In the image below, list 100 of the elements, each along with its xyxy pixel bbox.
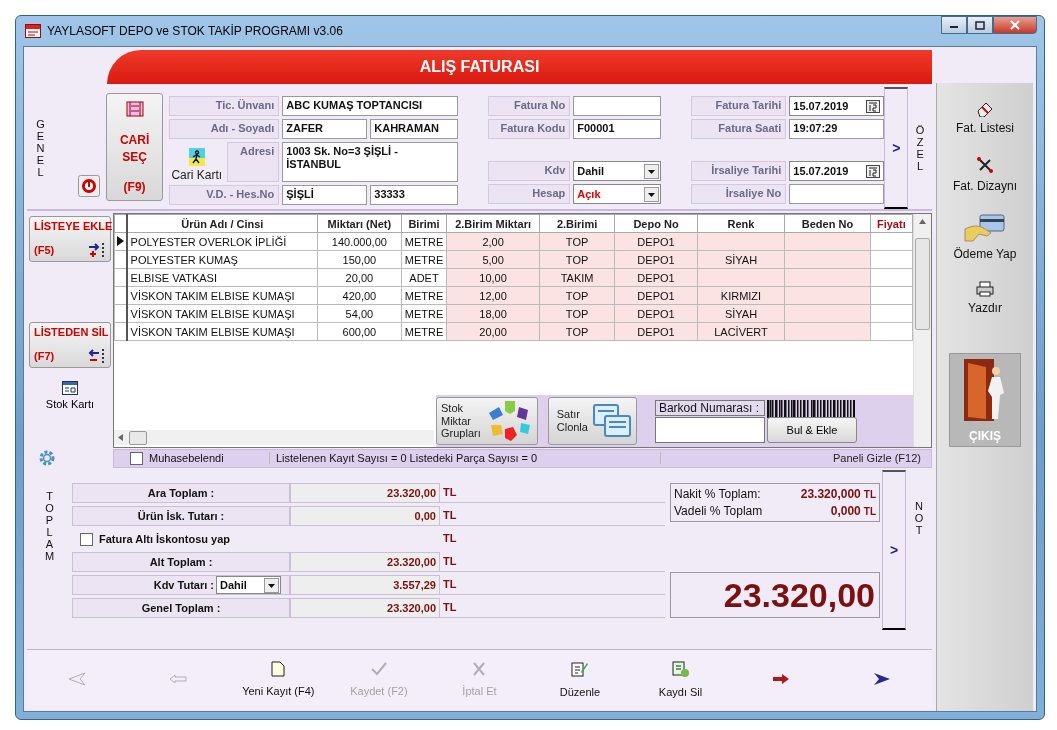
text-field[interactable]: 19:07:29 <box>789 119 885 139</box>
text-field[interactable]: ZAFER <box>282 119 368 139</box>
eraser-icon <box>976 101 994 117</box>
checkbox[interactable] <box>80 532 93 546</box>
minimize-button[interactable] <box>941 16 967 34</box>
account-card-link[interactable]: Cari Kartı <box>171 168 223 182</box>
field-label: Fatura Saati <box>691 119 787 139</box>
date-field[interactable]: 15.07.2019 <box>789 161 885 181</box>
expand-button[interactable]: > <box>882 470 906 630</box>
column-header[interactable]: 2.Birim Miktarı <box>446 214 540 233</box>
field-label: Kdv <box>488 161 571 181</box>
document-icon <box>271 661 286 677</box>
dropdown[interactable]: Dahil <box>216 576 281 594</box>
sidebar-button[interactable]: Fat. Dizaynı <box>953 155 1017 193</box>
calendar-icon[interactable] <box>866 164 881 178</box>
column-header[interactable]: Miktarı (Net) <box>317 214 402 233</box>
film-icon <box>125 100 144 118</box>
scroll-up-icon[interactable] <box>919 219 926 224</box>
text-field[interactable]: KAHRAMAN <box>370 119 459 139</box>
scroll-thumb[interactable] <box>915 238 930 330</box>
table-cell: VİSKON TAKIM ELBISE KUMAŞI <box>126 322 318 341</box>
column-header[interactable]: Renk <box>697 214 785 233</box>
field-label: Adı - Soyadı <box>169 119 280 139</box>
section-label: ÖZEL <box>914 123 926 173</box>
column-header[interactable]: Fiyatı <box>870 214 913 233</box>
dropdown[interactable]: Dahil <box>573 161 662 181</box>
horizontal-scrollbar[interactable] <box>114 430 434 445</box>
text-field[interactable]: F00001 <box>573 119 662 139</box>
barcode-label: Barkod Numarası : <box>654 399 765 416</box>
total-value: 23.320,00 <box>290 483 440 503</box>
vertical-scrollbar[interactable] <box>913 214 931 447</box>
app-icon <box>25 24 41 38</box>
table-cell: METRE <box>401 232 447 251</box>
total-label: Alt Toplam : <box>72 552 290 572</box>
caret-icon <box>644 163 660 179</box>
column-header[interactable]: Birimi <box>401 214 447 233</box>
settings-icon[interactable] <box>37 448 57 468</box>
table-cell: POLYESTER OVERLOK İPLİĞİ <box>126 232 318 251</box>
text-field[interactable]: ŞİŞLİ <box>282 185 368 205</box>
currency: TL <box>440 575 665 595</box>
caret-icon <box>644 186 660 202</box>
calendar-icon[interactable] <box>866 99 881 113</box>
total-label: Kdv Tutarı : <box>153 579 214 591</box>
section-label: TOPLAM <box>44 490 55 565</box>
left-arrow-icon <box>167 673 188 685</box>
find-add-button[interactable]: Bul & Ekle <box>766 416 857 443</box>
column-header[interactable]: 2.Birimi <box>539 214 615 233</box>
cross-icon <box>471 661 488 677</box>
currency: TL <box>440 552 665 572</box>
clone-row-button[interactable]: Satır Clonla <box>547 397 637 445</box>
text-field[interactable] <box>789 184 885 204</box>
scroll-thumb[interactable] <box>129 430 147 445</box>
table-cell: 150,00 <box>317 250 402 269</box>
text-field[interactable]: ABC KUMAŞ TOPTANCISI <box>282 96 459 116</box>
toolbar-button[interactable]: Düzenle <box>535 655 625 703</box>
table-cell: 140.000,00 <box>317 232 402 251</box>
checkbox-label: Muhasebelendi <box>149 452 224 464</box>
table-cell: 600,00 <box>317 322 402 341</box>
add-to-list-button[interactable]: LİSTEYE EKLE (F5) <box>29 216 111 262</box>
sidebar-button[interactable]: Yazdır <box>968 281 1002 315</box>
hand-card-icon <box>964 213 1006 243</box>
walking-person-icon <box>188 148 205 166</box>
sidebar-button[interactable]: Ödeme Yap <box>953 213 1017 261</box>
first-arrow-icon <box>67 671 88 687</box>
copy-icon <box>591 403 632 439</box>
barcode-field[interactable] <box>654 416 765 443</box>
stock-groups-button[interactable]: Stok Miktar Grupları <box>436 397 538 445</box>
date-field[interactable]: 15.07.2019 <box>789 96 885 116</box>
column-header[interactable]: Beden No <box>784 214 871 233</box>
add-row-icon <box>88 242 106 258</box>
table-cell: METRE <box>401 304 447 323</box>
total-label: Ara Toplam : <box>72 483 290 503</box>
expand-button[interactable]: > <box>884 87 909 209</box>
field-label: Fatura Kodu <box>488 119 571 139</box>
stock-card-button[interactable]: Stok Kartı <box>39 380 101 411</box>
remove-row-icon <box>88 348 106 364</box>
record-counts: Listelenen Kayıt Sayısı = 0 Listedeki Parça Sayısı = 0 <box>269 452 660 464</box>
text-field[interactable]: 33333 <box>370 185 459 205</box>
table-cell: ELBISE VATKASI <box>126 268 318 287</box>
currency: TL <box>442 531 458 546</box>
checkbox[interactable] <box>130 451 143 465</box>
delete-document-icon <box>671 660 690 678</box>
table-cell: METRE <box>401 250 447 269</box>
checkbox-label: Fatura Altı İskontosu yap <box>99 533 230 545</box>
toolbar-button[interactable]: Yeni Kayıt (F4) <box>233 655 324 703</box>
dropdown[interactable]: Açık <box>573 184 662 204</box>
text-field[interactable]: 1003 Sk. No=3 ŞİŞLİ - İSTANBUL <box>282 142 459 182</box>
last-arrow-icon <box>871 671 892 687</box>
text-field[interactable] <box>573 96 662 116</box>
close-button[interactable] <box>993 16 1037 34</box>
scroll-left-icon[interactable] <box>118 434 123 441</box>
remove-from-list-button[interactable]: LİSTEDEN SİL (F7) <box>29 322 111 368</box>
hide-panel-link[interactable]: Paneli Gizle (F12) <box>660 452 931 464</box>
select-account-button[interactable]: CARİ SEÇ (F9) <box>105 93 164 201</box>
toolbar-button[interactable]: Kaydı Sil <box>635 655 726 703</box>
sidebar-button[interactable]: Fat. Listesi <box>956 101 1014 135</box>
maximize-button[interactable] <box>967 16 993 34</box>
field-label: İrsaliye Tarihi <box>691 161 787 181</box>
column-header[interactable]: Depo No <box>614 214 698 233</box>
column-header[interactable]: Ürün Adı / Cinsi <box>126 214 318 233</box>
